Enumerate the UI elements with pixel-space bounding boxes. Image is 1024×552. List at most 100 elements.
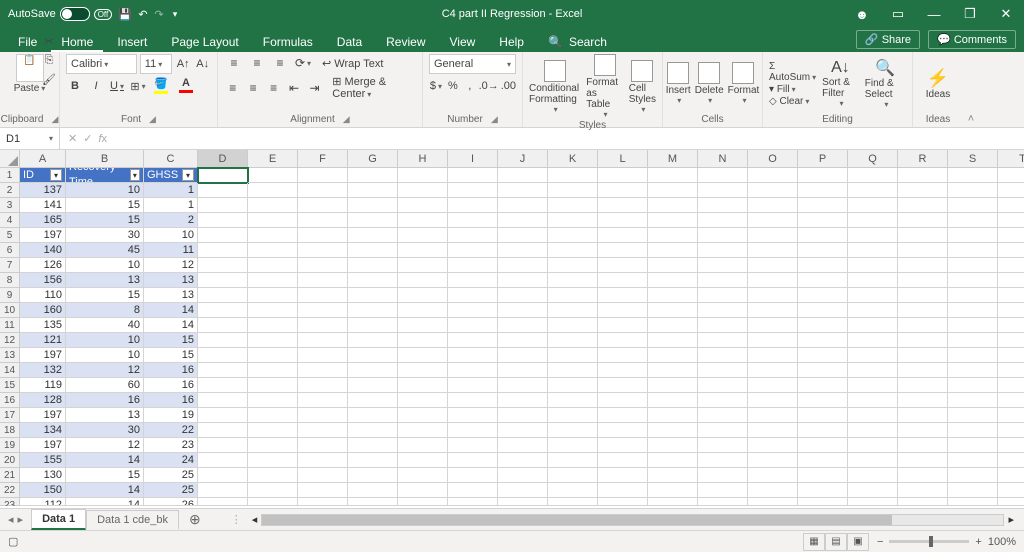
cell[interactable] xyxy=(398,363,448,378)
cell[interactable] xyxy=(648,318,698,333)
cell[interactable] xyxy=(848,348,898,363)
column-header-E[interactable]: E xyxy=(248,150,298,167)
cell[interactable] xyxy=(498,303,548,318)
cell[interactable] xyxy=(348,213,398,228)
cell[interactable] xyxy=(498,228,548,243)
cell[interactable] xyxy=(798,168,848,183)
cell[interactable] xyxy=(498,333,548,348)
cell[interactable] xyxy=(798,228,848,243)
cell[interactable] xyxy=(798,438,848,453)
cell[interactable]: 197 xyxy=(20,348,66,363)
cell[interactable] xyxy=(348,288,398,303)
bold-button[interactable]: B xyxy=(66,77,84,95)
cell[interactable]: 16 xyxy=(144,378,198,393)
cell[interactable] xyxy=(548,468,598,483)
cell[interactable] xyxy=(648,213,698,228)
cell[interactable] xyxy=(598,468,648,483)
align-middle-icon[interactable]: ≡ xyxy=(247,54,267,72)
cell[interactable] xyxy=(448,333,498,348)
cell[interactable] xyxy=(248,198,298,213)
cell[interactable] xyxy=(348,228,398,243)
cell[interactable]: 8 xyxy=(66,303,144,318)
cell[interactable] xyxy=(298,408,348,423)
cell[interactable] xyxy=(848,363,898,378)
cell[interactable] xyxy=(748,168,798,183)
cell[interactable] xyxy=(948,318,998,333)
cell[interactable] xyxy=(298,243,348,258)
cell[interactable] xyxy=(548,213,598,228)
cell[interactable] xyxy=(848,393,898,408)
cell[interactable] xyxy=(398,483,448,498)
cell[interactable] xyxy=(998,483,1024,498)
page-layout-view-icon[interactable]: ▤ xyxy=(825,533,847,551)
cell[interactable] xyxy=(998,228,1024,243)
cell[interactable] xyxy=(298,483,348,498)
cell[interactable] xyxy=(598,363,648,378)
cell[interactable]: 10 xyxy=(66,333,144,348)
cell[interactable]: 110 xyxy=(20,288,66,303)
cell[interactable] xyxy=(998,333,1024,348)
cell[interactable] xyxy=(298,168,348,183)
tab-formulas[interactable]: Formulas xyxy=(253,31,323,52)
cell[interactable] xyxy=(698,213,748,228)
cell[interactable] xyxy=(798,303,848,318)
close-button[interactable]: ✕ xyxy=(988,0,1024,28)
cell[interactable] xyxy=(548,273,598,288)
cell[interactable] xyxy=(248,168,298,183)
decrease-indent-icon[interactable]: ⇤ xyxy=(285,79,302,97)
cell[interactable] xyxy=(248,453,298,468)
cell[interactable] xyxy=(898,258,948,273)
cell[interactable] xyxy=(748,273,798,288)
cell[interactable] xyxy=(998,393,1024,408)
cell[interactable]: 14 xyxy=(66,483,144,498)
sheet-tab-data1[interactable]: Data 1 xyxy=(31,509,86,530)
cell[interactable]: 15 xyxy=(66,213,144,228)
cell[interactable] xyxy=(198,483,248,498)
row-header[interactable]: 20 xyxy=(0,453,20,468)
cell[interactable] xyxy=(798,453,848,468)
cell[interactable] xyxy=(998,198,1024,213)
cell[interactable] xyxy=(748,333,798,348)
cell[interactable]: 19 xyxy=(144,408,198,423)
cell[interactable] xyxy=(198,348,248,363)
number-format-combo[interactable]: General▾ xyxy=(429,54,516,74)
cell[interactable] xyxy=(698,183,748,198)
cell[interactable] xyxy=(998,168,1024,183)
cell[interactable] xyxy=(498,453,548,468)
format-painter-icon[interactable]: 🖌 xyxy=(40,70,58,88)
cut-icon[interactable]: ✂ xyxy=(40,32,58,50)
cell[interactable] xyxy=(648,198,698,213)
cell[interactable] xyxy=(948,168,998,183)
zoom-level[interactable]: 100% xyxy=(988,536,1016,548)
cell[interactable] xyxy=(548,303,598,318)
cell[interactable] xyxy=(898,363,948,378)
column-header-B[interactable]: B xyxy=(66,150,144,167)
cell[interactable] xyxy=(948,378,998,393)
cell[interactable] xyxy=(998,453,1024,468)
cell[interactable] xyxy=(448,453,498,468)
cell[interactable] xyxy=(198,273,248,288)
row-header[interactable]: 21 xyxy=(0,468,20,483)
cell[interactable] xyxy=(448,228,498,243)
row-header[interactable]: 12 xyxy=(0,333,20,348)
cell[interactable] xyxy=(848,408,898,423)
cell[interactable] xyxy=(648,183,698,198)
cell[interactable] xyxy=(848,228,898,243)
cell[interactable] xyxy=(948,348,998,363)
cell[interactable] xyxy=(448,498,498,506)
row-header[interactable]: 23 xyxy=(0,498,20,506)
cell[interactable] xyxy=(248,468,298,483)
cell[interactable] xyxy=(448,363,498,378)
cell[interactable] xyxy=(648,333,698,348)
clipboard-launcher[interactable]: ◢ xyxy=(51,114,58,125)
cell[interactable] xyxy=(348,333,398,348)
cell[interactable] xyxy=(848,273,898,288)
cell[interactable] xyxy=(798,288,848,303)
number-launcher[interactable]: ◢ xyxy=(491,114,498,125)
cell[interactable] xyxy=(948,183,998,198)
sheet-nav-prev-icon[interactable]: ◂ xyxy=(8,513,14,526)
column-header-C[interactable]: C xyxy=(144,150,198,167)
cell[interactable] xyxy=(248,483,298,498)
cell[interactable] xyxy=(648,378,698,393)
row-header[interactable]: 19 xyxy=(0,438,20,453)
